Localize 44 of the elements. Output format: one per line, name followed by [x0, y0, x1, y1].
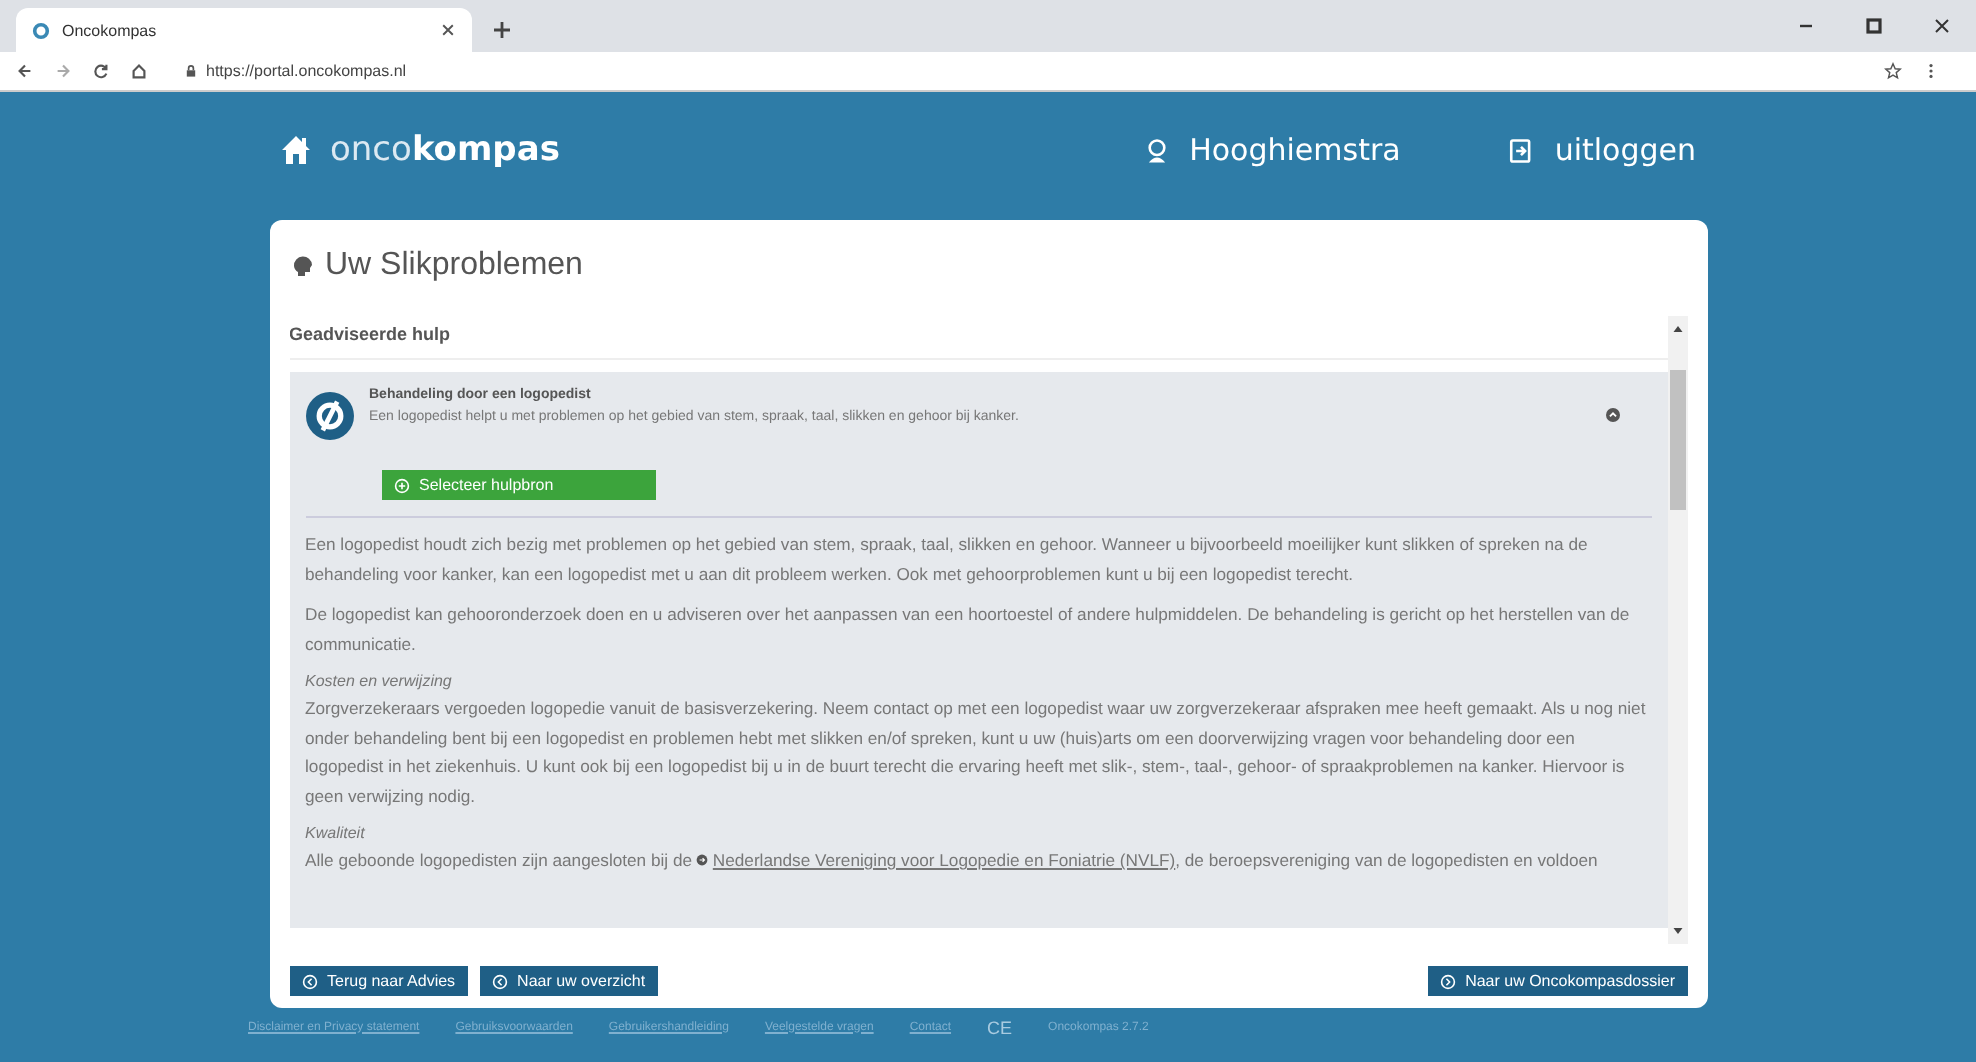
paragraph: De logopedist kan gehooronderzoek doen en u adviseren over het aanpassen van een hoortoestel of andere hulpmiddelen. De behandeling is gericht op het herstellen van de communicatie. — [305, 602, 1632, 657]
oncokompas-logo[interactable]: oncokompas — [330, 130, 560, 170]
card-title: Uw Slikproblemen — [325, 248, 583, 284]
logout-icon — [1508, 137, 1535, 163]
arrow-circle-icon — [696, 854, 709, 866]
user-icon — [1143, 137, 1170, 163]
scrollbar[interactable] — [1667, 316, 1687, 944]
select-button[interactable]: Selecteer hulpbron — [381, 470, 655, 500]
lock-icon — [184, 64, 198, 78]
navigation-button[interactable]: Terug naar Advies — [289, 966, 468, 996]
nvlf-link[interactable]: Nederlandse Vereniging voor Logopedie en Foniatrie (NVLF) — [696, 850, 1176, 870]
section-heading: Geadviseerde hulp — [289, 316, 1667, 360]
collapse-icon[interactable] — [1605, 408, 1619, 422]
subheading: Kwaliteit — [305, 822, 367, 846]
home-icon[interactable] — [130, 62, 148, 80]
paragraph: Alle geboonde logopedisten zijn aangesloten bij de Nederlandse Vereniging voor Logopedie en Foniatrie (NVLF), de beroepsvereniging van de logopedisten en voldoen — [305, 848, 1600, 874]
maximize-icon[interactable] — [1864, 16, 1884, 36]
close-icon[interactable] — [440, 22, 456, 38]
scrollbar-thumb[interactable] — [1669, 370, 1685, 510]
plus-circle-icon — [393, 477, 409, 493]
back-circle-icon — [301, 973, 317, 989]
subheading: Kosten en verwijzing — [305, 670, 454, 694]
star-icon[interactable] — [1884, 62, 1902, 80]
navigation-button[interactable]: Naar uw Oncokompasdossier — [1427, 966, 1687, 996]
compass-icon — [32, 21, 50, 39]
logout-link[interactable]: uitloggen — [1508, 132, 1696, 168]
scroll-up-icon[interactable] — [1671, 324, 1683, 334]
address-field[interactable]: https://portal.oncokompas.nl — [184, 62, 1884, 80]
close-icon[interactable] — [1932, 16, 1952, 36]
back-circle-icon — [491, 973, 508, 989]
home-icon[interactable] — [280, 134, 312, 166]
reload-icon[interactable] — [92, 62, 110, 80]
new-tab-icon[interactable] — [492, 20, 512, 40]
head-icon — [289, 254, 313, 278]
browser-tab[interactable]: Oncokompas — [16, 8, 472, 52]
navigation-button[interactable]: Naar uw overzicht — [479, 966, 658, 996]
back-icon[interactable] — [16, 62, 34, 80]
ce-mark: CE — [987, 1017, 1013, 1037]
user-link[interactable]: Hooghiemstra — [1143, 132, 1401, 168]
logo-icon — [305, 392, 353, 440]
scroll-down-icon[interactable] — [1671, 926, 1683, 936]
paragraph: Zorgverzekeraars vergoeden logopedie vanuit de basisverzekering. Neem contact op met een logopedist waar uw zorgverzekeraar afspraken mee heeft gemaakt. Als u nog niet onder behandeling bent bij een logopedist en problemen hebt met slikken en/of spreken, kunt u uw (huis)arts om een doorverwijzing vragen voor behandeling door een logopedist in het ziekenhuis. U kunt ook bij een logopedist bij u in de buurt terecht die ervaring heeft met slik-, stem-, taal-, gehoor- of spraakproblemen na kanker. Hiervoor is geen verwijzing nodig. — [305, 696, 1648, 810]
forward-circle-icon — [1439, 973, 1456, 989]
paragraph: Een logopedist houdt zich bezig met problemen op het gebied van stem, spraak, taal, slikken en gehoor. Wanneer u bijvoorbeeld moeilijker kunt slikken of spreken na de behandeling voor kanker, kan een logopedist met u aan dit probleem werken. Ook met gehoorproblemen kunt u bij een logopedist terecht. — [305, 532, 1590, 588]
